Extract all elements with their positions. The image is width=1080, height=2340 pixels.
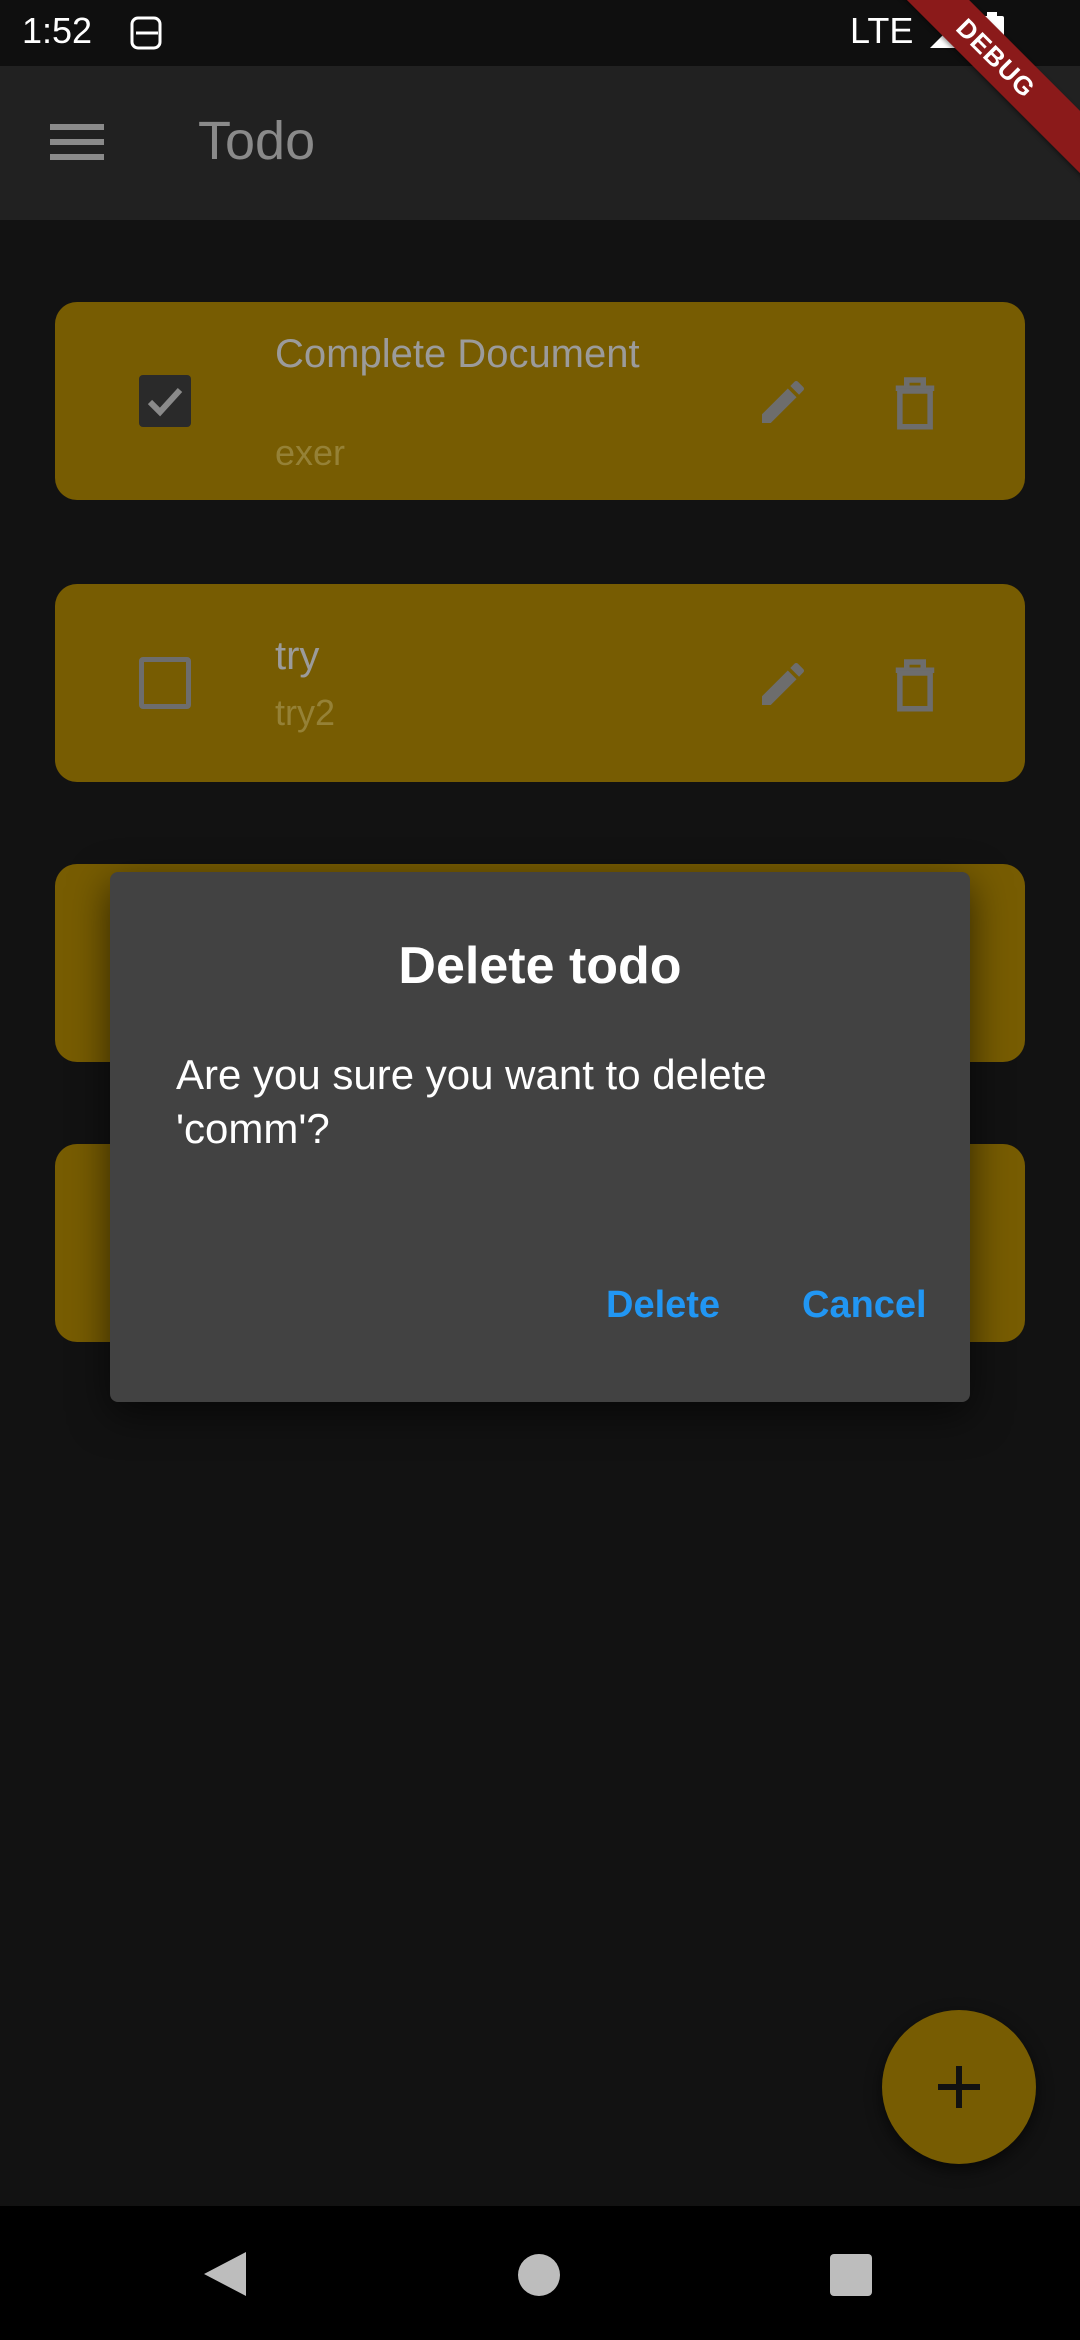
- page-title: Todo: [198, 111, 316, 171]
- menu-icon[interactable]: [50, 120, 104, 164]
- delete-icon[interactable]: [893, 374, 937, 430]
- status-time: 1:52: [22, 10, 93, 51]
- dialog-message: Are you sure you want to delete 'comm'?: [176, 1051, 767, 1152]
- todo-card[interactable]: Complete Document exer: [55, 302, 1025, 500]
- cancel-button[interactable]: Cancel: [802, 1284, 927, 1327]
- edit-icon[interactable]: [755, 656, 811, 712]
- sim-icon: [130, 16, 162, 50]
- todo-subtitle: try2: [275, 692, 336, 733]
- todo-title: Complete Document: [275, 332, 640, 376]
- todo-checkbox[interactable]: [139, 657, 191, 709]
- add-icon: [938, 2066, 980, 2108]
- dialog-title: Delete todo: [398, 937, 682, 995]
- app-bar: Todo: [0, 66, 1080, 220]
- network-type: LTE: [850, 10, 914, 51]
- delete-button[interactable]: Delete: [606, 1284, 720, 1327]
- screen: 1:52 LTE Todo Complete Document exer try…: [0, 0, 1080, 2340]
- add-todo-button[interactable]: [882, 2010, 1036, 2164]
- back-icon[interactable]: [202, 2250, 248, 2298]
- delete-icon[interactable]: [893, 656, 937, 712]
- home-icon[interactable]: [518, 2254, 560, 2296]
- recents-icon[interactable]: [830, 2254, 872, 2296]
- delete-dialog: Delete todo Are you sure you want to del…: [110, 872, 970, 1402]
- todo-card[interactable]: try try2: [55, 584, 1025, 782]
- navigation-bar: [0, 2206, 1080, 2340]
- todo-checkbox[interactable]: [139, 375, 191, 427]
- edit-icon[interactable]: [755, 374, 811, 430]
- todo-subtitle: exer: [275, 432, 346, 473]
- check-icon: [147, 387, 183, 417]
- todo-title: try: [275, 634, 320, 678]
